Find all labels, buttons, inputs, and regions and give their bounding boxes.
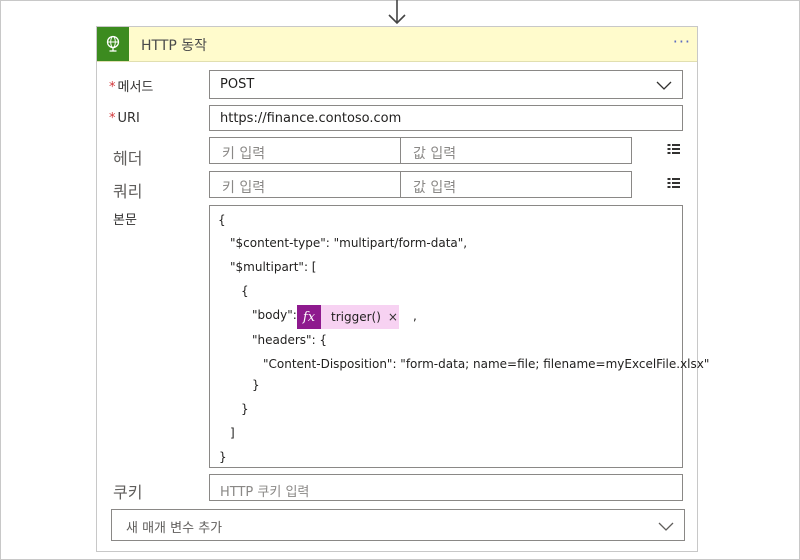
method-label-text: 메서드 bbox=[117, 80, 154, 95]
body-editor[interactable]: { "$content-type": "multipart/form-data"… bbox=[209, 205, 709, 468]
more-options-icon[interactable]: ··· bbox=[673, 32, 691, 51]
cookie-placeholder: HTTP 쿠키 입력 bbox=[220, 485, 310, 500]
flow-arrow-icon bbox=[388, 0, 406, 25]
cookie-label: 쿠키 bbox=[113, 483, 143, 502]
uri-input[interactable]: https://finance.contoso.com bbox=[209, 105, 683, 131]
trigger-expression-token[interactable]: fx trigger() × bbox=[297, 305, 399, 329]
action-title[interactable]: HTTP 동작 bbox=[141, 35, 207, 55]
expression-fx-icon: fx bbox=[297, 305, 321, 329]
body-label: 본문 bbox=[113, 213, 137, 228]
switch-to-text-mode-icon[interactable] bbox=[667, 177, 681, 189]
queries-kv-row: 키 입력 값 입력 bbox=[209, 171, 632, 198]
uri-label-text: URI bbox=[117, 111, 140, 126]
query-value-placeholder: 값 입력 bbox=[413, 180, 457, 196]
query-key-input[interactable]: 키 입력 bbox=[210, 172, 401, 197]
code-line: } bbox=[219, 450, 227, 464]
code-line: "$multipart": [ bbox=[230, 260, 317, 274]
code-line: "$content-type": "multipart/form-data", bbox=[230, 236, 468, 250]
code-line: { bbox=[218, 213, 226, 227]
method-select[interactable]: POST bbox=[209, 70, 683, 99]
token-label: trigger() bbox=[331, 310, 381, 324]
method-value: POST bbox=[220, 77, 255, 92]
switch-to-text-mode-icon[interactable] bbox=[667, 143, 681, 155]
header-key-placeholder: 키 입력 bbox=[222, 146, 266, 162]
add-parameter-placeholder: 새 매개 변수 추가 bbox=[126, 521, 223, 536]
code-line: ] bbox=[230, 426, 235, 440]
code-line: { bbox=[241, 284, 249, 298]
code-line: } bbox=[252, 378, 260, 392]
code-line: } bbox=[241, 402, 249, 416]
header-value-placeholder: 값 입력 bbox=[413, 146, 457, 162]
required-mark: * bbox=[109, 80, 116, 95]
uri-value: https://finance.contoso.com bbox=[220, 111, 402, 126]
code-line: "Content-Disposition": "form-data; name=… bbox=[263, 357, 710, 371]
chevron-down-icon bbox=[656, 81, 672, 90]
globe-icon bbox=[97, 27, 129, 61]
uri-label: * URI bbox=[109, 111, 140, 126]
add-new-parameter-dropdown[interactable]: 새 매개 변수 추가 bbox=[111, 509, 685, 541]
http-action-card: HTTP 동작 ··· * 메서드 POST * URI https://finan… bbox=[96, 26, 709, 552]
code-line: "body": bbox=[252, 308, 297, 322]
queries-label: 쿼리 bbox=[113, 182, 143, 201]
headers-label: 헤더 bbox=[113, 149, 143, 168]
header-value-input[interactable]: 값 입력 bbox=[401, 138, 631, 163]
query-key-placeholder: 키 입력 bbox=[222, 180, 266, 196]
query-value-input[interactable]: 값 입력 bbox=[401, 172, 631, 197]
method-label: * 메서드 bbox=[109, 76, 153, 95]
header-key-input[interactable]: 키 입력 bbox=[210, 138, 401, 163]
card-header[interactable]: HTTP 동작 ··· bbox=[97, 27, 697, 62]
remove-token-icon[interactable]: × bbox=[388, 310, 398, 324]
required-mark: * bbox=[109, 111, 116, 126]
cookie-input[interactable]: HTTP 쿠키 입력 bbox=[209, 474, 683, 501]
chevron-down-icon bbox=[658, 522, 674, 531]
code-line: "headers": { bbox=[252, 333, 328, 347]
code-line: , bbox=[413, 309, 417, 323]
headers-kv-row: 키 입력 값 입력 bbox=[209, 137, 632, 164]
